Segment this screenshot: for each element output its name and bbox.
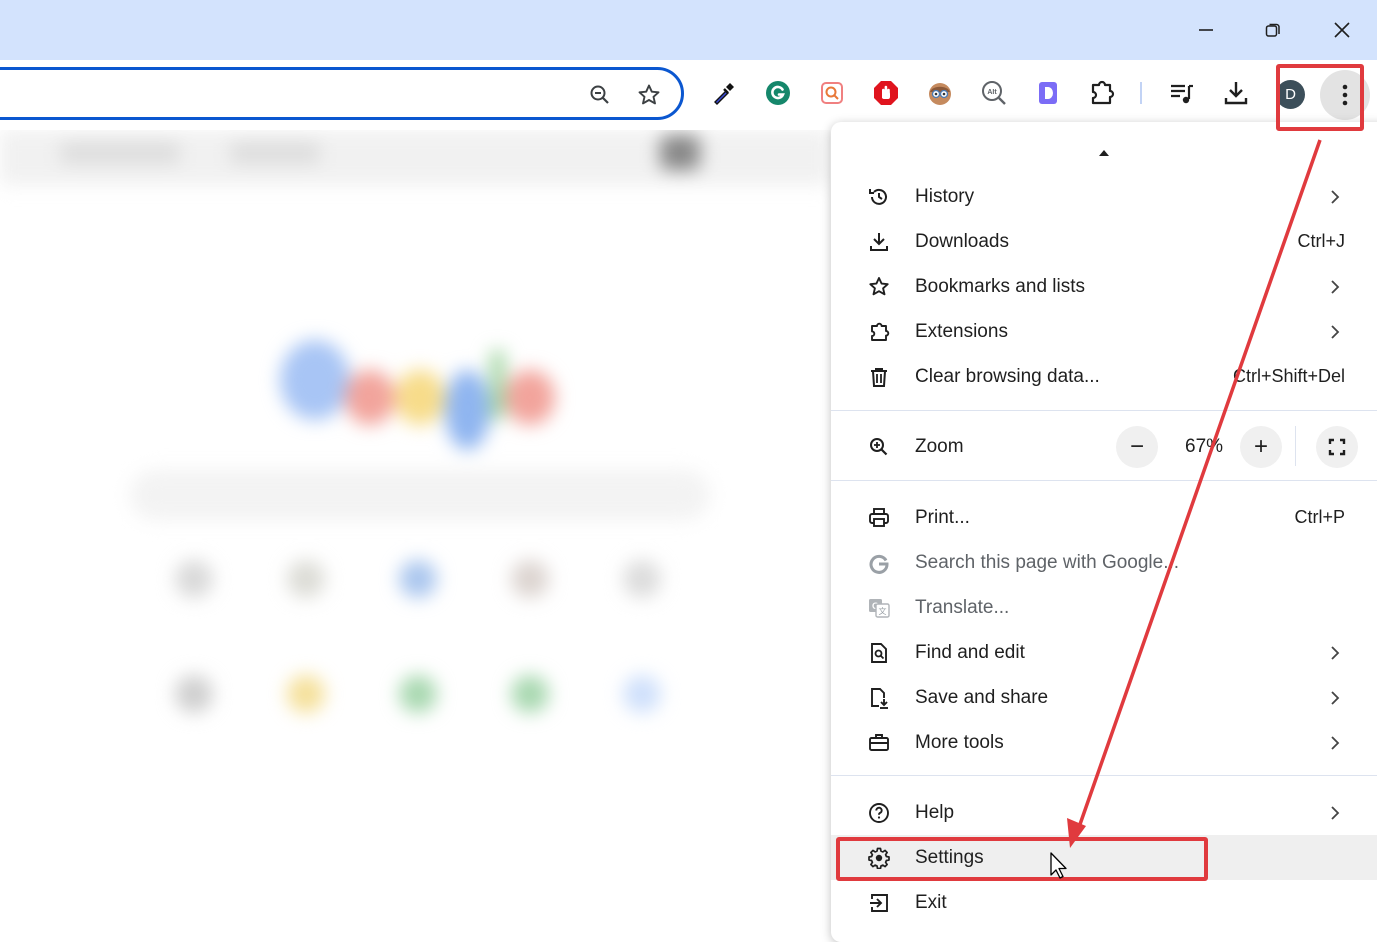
menu-divider bbox=[831, 480, 1377, 481]
chevron-right-icon bbox=[1329, 689, 1341, 707]
shortcut-label: Ctrl+P bbox=[1294, 507, 1345, 527]
extensions-button[interactable] bbox=[1087, 78, 1117, 108]
menu-scroll-up-caret[interactable] bbox=[1099, 150, 1109, 156]
menu-item-settings[interactable]: Settings bbox=[831, 835, 1377, 880]
menu-item-exit[interactable]: Exit bbox=[831, 880, 1377, 925]
plus-icon: + bbox=[1253, 433, 1268, 460]
menu-item-find-and-edit[interactable]: Find and edit bbox=[831, 630, 1377, 675]
exit-icon bbox=[867, 891, 891, 915]
history-icon bbox=[867, 185, 891, 209]
reading-list-icon bbox=[1171, 84, 1193, 104]
reading-list-button[interactable] bbox=[1167, 78, 1197, 108]
download-icon bbox=[867, 230, 891, 254]
menu-zoom-row: Zoom − 67% + bbox=[831, 412, 1377, 482]
close-window-button[interactable] bbox=[1322, 10, 1362, 50]
screenshot-search-extension-button[interactable] bbox=[817, 78, 847, 108]
save-file-icon bbox=[867, 686, 891, 710]
download-icon bbox=[1224, 82, 1248, 105]
trash-icon bbox=[867, 365, 891, 389]
puzzle-icon bbox=[1091, 80, 1115, 105]
google-g-icon bbox=[867, 551, 891, 575]
zoom-out-icon bbox=[590, 85, 609, 104]
profile-avatar[interactable]: D bbox=[1276, 80, 1305, 109]
window-titlebar bbox=[0, 0, 1377, 60]
address-bar[interactable] bbox=[0, 67, 684, 120]
zoom-in-button[interactable]: + bbox=[1240, 426, 1282, 468]
minus-icon: − bbox=[1129, 433, 1144, 460]
zoom-in-icon bbox=[867, 435, 891, 459]
d-extension-button[interactable] bbox=[1033, 78, 1063, 108]
zoom-out-button[interactable]: − bbox=[1116, 426, 1158, 468]
menu-item-help[interactable]: Help bbox=[831, 790, 1377, 835]
browser-toolbar: AIt D bbox=[0, 60, 1377, 130]
bookmark-star-icon bbox=[638, 84, 660, 105]
grammarly-icon bbox=[766, 81, 790, 105]
shortcut-label: Ctrl+J bbox=[1297, 231, 1345, 251]
menu-item-clear-browsing-data[interactable]: Clear browsing data... Ctrl+Shift+Del bbox=[831, 354, 1377, 399]
zoom-level-value: 67% bbox=[1185, 436, 1224, 457]
fullscreen-icon bbox=[1328, 438, 1346, 456]
star-icon bbox=[867, 275, 891, 299]
close-icon bbox=[1334, 22, 1350, 38]
search-box-blurred bbox=[130, 470, 710, 520]
help-icon bbox=[867, 801, 891, 825]
zoom-divider bbox=[1295, 426, 1296, 466]
page-content-blurred bbox=[0, 130, 830, 927]
chevron-right-icon bbox=[1329, 188, 1341, 206]
toolbox-icon bbox=[867, 731, 891, 755]
eyedropper-icon bbox=[714, 83, 734, 105]
menu-item-history[interactable]: History bbox=[831, 174, 1377, 219]
chevron-right-icon bbox=[1329, 278, 1341, 296]
three-dots-vertical-icon bbox=[1342, 84, 1348, 106]
stop-hand-icon bbox=[874, 81, 898, 105]
menu-item-bookmarks-and-lists[interactable]: Bookmarks and lists bbox=[831, 264, 1377, 309]
ai-search-extension-button[interactable]: AIt bbox=[979, 78, 1009, 108]
minimize-button[interactable] bbox=[1186, 10, 1226, 50]
menu-item-translate[interactable]: G文 Translate... bbox=[831, 585, 1377, 630]
chevron-right-icon bbox=[1329, 644, 1341, 662]
printer-icon bbox=[867, 506, 891, 530]
gear-icon bbox=[867, 846, 891, 870]
eyedropper-extension-button[interactable] bbox=[709, 78, 739, 108]
svg-text:文: 文 bbox=[879, 606, 887, 616]
downloads-button[interactable] bbox=[1221, 78, 1251, 108]
fullscreen-button[interactable] bbox=[1316, 426, 1358, 468]
character-face-icon bbox=[929, 83, 951, 105]
menu-item-more-tools[interactable]: More tools bbox=[831, 720, 1377, 765]
ai-magnifier-icon: AIt bbox=[982, 81, 1006, 105]
minimize-icon bbox=[1199, 29, 1213, 31]
menu-item-search-with-google[interactable]: Search this page with Google... bbox=[831, 540, 1377, 585]
adblock-extension-button[interactable] bbox=[871, 78, 901, 108]
shortcut-label: Ctrl+Shift+Del bbox=[1232, 366, 1345, 386]
d-logo-icon bbox=[1039, 82, 1057, 104]
find-page-icon bbox=[867, 641, 891, 665]
translate-icon: G文 bbox=[867, 596, 891, 620]
menu-divider bbox=[831, 410, 1377, 411]
restore-button[interactable] bbox=[1253, 10, 1293, 50]
menu-item-save-and-share[interactable]: Save and share bbox=[831, 675, 1377, 720]
chevron-right-icon bbox=[1329, 804, 1341, 822]
chevron-right-icon bbox=[1329, 323, 1341, 341]
menu-item-extensions[interactable]: Extensions bbox=[831, 309, 1377, 354]
avatar-extension-button[interactable] bbox=[925, 78, 955, 108]
menu-divider bbox=[831, 775, 1377, 776]
chrome-menu-button[interactable] bbox=[1320, 70, 1370, 120]
mouse-cursor-icon bbox=[1050, 852, 1067, 879]
restore-icon bbox=[1265, 23, 1280, 37]
svg-text:AIt: AIt bbox=[987, 89, 997, 96]
zoom-indicator-button[interactable] bbox=[587, 82, 613, 108]
puzzle-icon bbox=[867, 320, 891, 344]
image-search-icon bbox=[821, 82, 843, 104]
grammarly-extension-button[interactable] bbox=[763, 78, 793, 108]
chevron-right-icon bbox=[1329, 734, 1341, 752]
menu-item-downloads[interactable]: Downloads Ctrl+J bbox=[831, 219, 1377, 264]
toolbar-divider bbox=[1140, 82, 1142, 104]
bookmark-button[interactable] bbox=[636, 82, 662, 108]
chrome-main-menu: History Downloads Ctrl+J Bookmarks and l… bbox=[831, 122, 1377, 942]
menu-item-print[interactable]: Print... Ctrl+P bbox=[831, 495, 1377, 540]
